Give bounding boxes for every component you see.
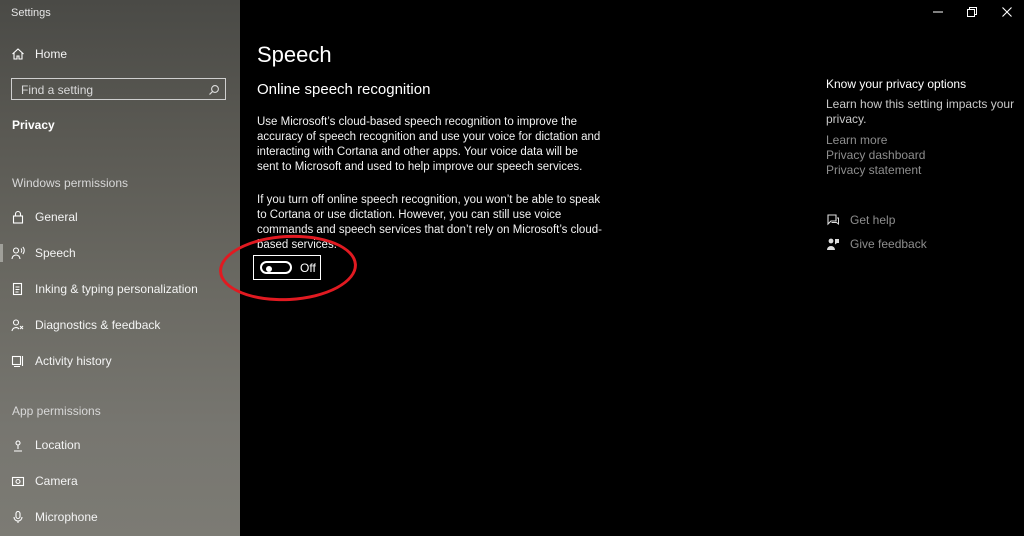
sidebar-item-location[interactable]: Location xyxy=(0,431,240,459)
give-feedback-label: Give feedback xyxy=(850,237,927,251)
sidebar-item-label: Location xyxy=(35,438,81,452)
online-speech-recognition-toggle[interactable]: Off xyxy=(253,255,321,280)
privacy-dashboard-link[interactable]: Privacy dashboard xyxy=(826,148,925,162)
sidebar-item-camera[interactable]: Camera xyxy=(0,467,240,495)
warning-paragraph: If you turn off online speech recognitio… xyxy=(257,194,602,251)
windows-permissions-header: Windows permissions xyxy=(12,176,129,190)
camera-icon xyxy=(11,474,25,488)
inking-icon xyxy=(11,282,25,296)
sidebar-item-label: Activity history xyxy=(35,354,112,368)
sidebar-item-label: Camera xyxy=(35,474,78,488)
get-help-icon xyxy=(826,213,840,227)
sidebar-item-diagnostics[interactable]: Diagnostics & feedback xyxy=(0,311,240,339)
minimize-button[interactable] xyxy=(930,4,946,20)
window-title: Settings xyxy=(11,7,51,19)
home-icon xyxy=(11,47,25,61)
sidebar-item-activity-history[interactable]: Activity history xyxy=(0,347,240,375)
sidebar-item-speech[interactable]: Speech xyxy=(0,239,240,267)
location-icon xyxy=(11,438,25,452)
privacy-statement-link[interactable]: Privacy statement xyxy=(826,163,921,177)
close-icon xyxy=(1002,7,1012,17)
sidebar-item-label: Speech xyxy=(35,246,76,260)
nav-home-label: Home xyxy=(35,47,68,61)
search-placeholder: Find a setting xyxy=(21,83,94,97)
sidebar-item-microphone[interactable]: Microphone xyxy=(0,503,240,531)
microphone-icon xyxy=(11,510,25,524)
sidebar-item-label: Microphone xyxy=(35,510,98,524)
activity-history-icon xyxy=(11,354,25,368)
close-button[interactable] xyxy=(999,4,1015,20)
search-input[interactable]: Find a setting xyxy=(11,78,226,100)
sidebar-item-inking[interactable]: Inking & typing personalization xyxy=(0,275,240,303)
toggle-state-label: Off xyxy=(300,261,316,275)
restore-icon xyxy=(967,7,977,17)
learn-more-link[interactable]: Learn more xyxy=(826,133,887,147)
lock-icon xyxy=(11,210,25,224)
search-icon[interactable] xyxy=(208,83,220,95)
sidebar-item-general[interactable]: General xyxy=(0,203,240,231)
sidebar-item-label: Inking & typing personalization xyxy=(35,282,198,296)
speech-icon xyxy=(11,246,25,260)
sidebar-item-label: Diagnostics & feedback xyxy=(35,318,161,332)
get-help-link[interactable]: Get help xyxy=(826,212,895,228)
category-title: Privacy xyxy=(12,118,55,132)
section-title: Online speech recognition xyxy=(257,81,431,98)
privacy-options-title: Know your privacy options xyxy=(826,77,967,91)
description-paragraph: Use Microsoft’s cloud-based speech recog… xyxy=(257,116,601,173)
sidebar: Settings Home Find a setting Privacy Win… xyxy=(0,0,240,536)
give-feedback-link[interactable]: Give feedback xyxy=(826,236,927,252)
nav-home[interactable]: Home xyxy=(0,40,240,68)
sidebar-item-label: General xyxy=(35,210,78,224)
diagnostics-icon xyxy=(11,318,25,332)
app-permissions-header: App permissions xyxy=(12,404,101,418)
get-help-label: Get help xyxy=(850,213,896,227)
privacy-options-description: Learn how this setting impacts your priv… xyxy=(826,97,1015,126)
page-title: Speech xyxy=(257,42,332,67)
toggle-knob xyxy=(266,265,272,272)
toggle-switch[interactable] xyxy=(260,261,292,274)
give-feedback-icon xyxy=(826,237,840,251)
minimize-icon xyxy=(933,11,943,13)
restore-button[interactable] xyxy=(964,4,980,20)
